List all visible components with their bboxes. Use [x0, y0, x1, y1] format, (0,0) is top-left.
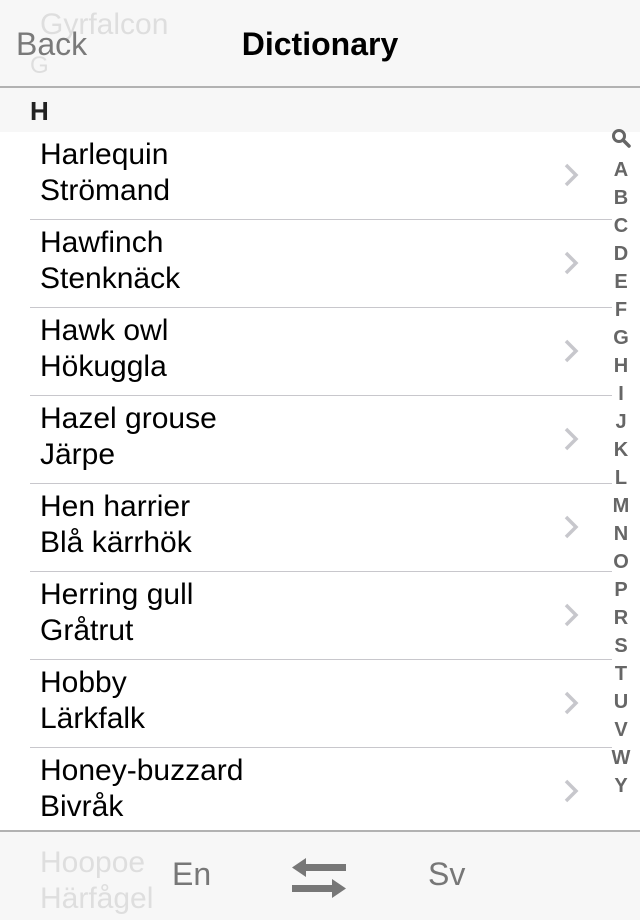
- english-term: Hawk owl: [40, 314, 169, 347]
- list-item[interactable]: Hazel grouse Järpe: [0, 396, 640, 484]
- english-term: Herring gull: [40, 578, 194, 611]
- list-item[interactable]: Harlequin Strömand: [0, 132, 640, 220]
- swap-arrows-icon[interactable]: [290, 858, 348, 898]
- index-letter[interactable]: N: [606, 520, 636, 548]
- index-letter[interactable]: E: [606, 268, 636, 296]
- index-letter[interactable]: S: [606, 632, 636, 660]
- list-item[interactable]: Herring gull Gråtrut: [0, 572, 640, 660]
- chevron-right-icon: [564, 163, 579, 187]
- ghost-scrolled-translation: Härfågel: [40, 882, 154, 915]
- index-search-icon[interactable]: [606, 128, 636, 156]
- chevron-right-icon: [564, 779, 579, 803]
- index-letter[interactable]: A: [606, 156, 636, 184]
- bottom-toolbar: Hoopoe Härfågel En Sv: [0, 830, 640, 920]
- index-letter[interactable]: J: [606, 408, 636, 436]
- index-letter[interactable]: M: [606, 492, 636, 520]
- chevron-right-icon: [564, 603, 579, 627]
- target-language-button[interactable]: Sv: [428, 856, 465, 893]
- list-item[interactable]: Hawk owl Hökuggla: [0, 308, 640, 396]
- index-letter[interactable]: G: [606, 324, 636, 352]
- source-language-button[interactable]: En: [172, 856, 211, 893]
- list-item[interactable]: Hobby Lärkfalk: [0, 660, 640, 748]
- index-letter[interactable]: I: [606, 380, 636, 408]
- index-letter[interactable]: P: [606, 576, 636, 604]
- swedish-term: Järpe: [40, 438, 116, 471]
- page-title: Dictionary: [241, 26, 399, 62]
- swedish-term: Hökuggla: [40, 350, 167, 383]
- swedish-term: Strömand: [40, 174, 171, 207]
- swedish-term: Bivråk: [40, 790, 124, 823]
- index-letter[interactable]: F: [606, 296, 636, 324]
- index-letter[interactable]: R: [606, 604, 636, 632]
- swedish-term: Blå kärrhök: [40, 526, 192, 559]
- index-letter[interactable]: D: [606, 240, 636, 268]
- index-letter[interactable]: T: [606, 660, 636, 688]
- swedish-term: Stenknäck: [40, 262, 181, 295]
- index-letter[interactable]: W: [606, 744, 636, 772]
- chevron-right-icon: [564, 339, 579, 363]
- index-letter[interactable]: B: [606, 184, 636, 212]
- index-letter[interactable]: O: [606, 548, 636, 576]
- chevron-right-icon: [564, 427, 579, 451]
- dictionary-list: Harlequin Strömand Hawfinch Stenknäck Hawk o…: [0, 132, 640, 836]
- index-letter[interactable]: H: [606, 352, 636, 380]
- swedish-term: Lärkfalk: [40, 702, 146, 735]
- navigation-bar: Gyrfalcon G Back Dictionary: [0, 0, 640, 88]
- chevron-right-icon: [564, 691, 579, 715]
- english-term: Hobby: [40, 666, 127, 699]
- index-letter[interactable]: V: [606, 716, 636, 744]
- chevron-right-icon: [564, 251, 579, 275]
- index-letter[interactable]: Y: [606, 772, 636, 800]
- english-term: Hawfinch: [40, 226, 164, 259]
- index-letter[interactable]: K: [606, 436, 636, 464]
- section-index[interactable]: ABCDEFGHIJKLMNOPRSTUVWY: [606, 128, 636, 800]
- english-term: Hen harrier: [40, 490, 191, 523]
- list-item[interactable]: Hawfinch Stenknäck: [0, 220, 640, 308]
- swedish-term: Gråtrut: [40, 614, 134, 647]
- ghost-scrolled-word: Hoopoe: [40, 846, 146, 879]
- index-letter[interactable]: L: [606, 464, 636, 492]
- section-header: H: [0, 88, 640, 132]
- english-term: Hazel grouse: [40, 402, 217, 435]
- list-item[interactable]: Hen harrier Blå kärrhök: [0, 484, 640, 572]
- english-term: Harlequin: [40, 138, 169, 171]
- list-item[interactable]: Honey-buzzard Bivråk: [0, 748, 640, 836]
- section-letter: H: [30, 96, 49, 126]
- chevron-right-icon: [564, 515, 579, 539]
- english-term: Honey-buzzard: [40, 754, 244, 787]
- index-letter[interactable]: U: [606, 688, 636, 716]
- index-letter[interactable]: C: [606, 212, 636, 240]
